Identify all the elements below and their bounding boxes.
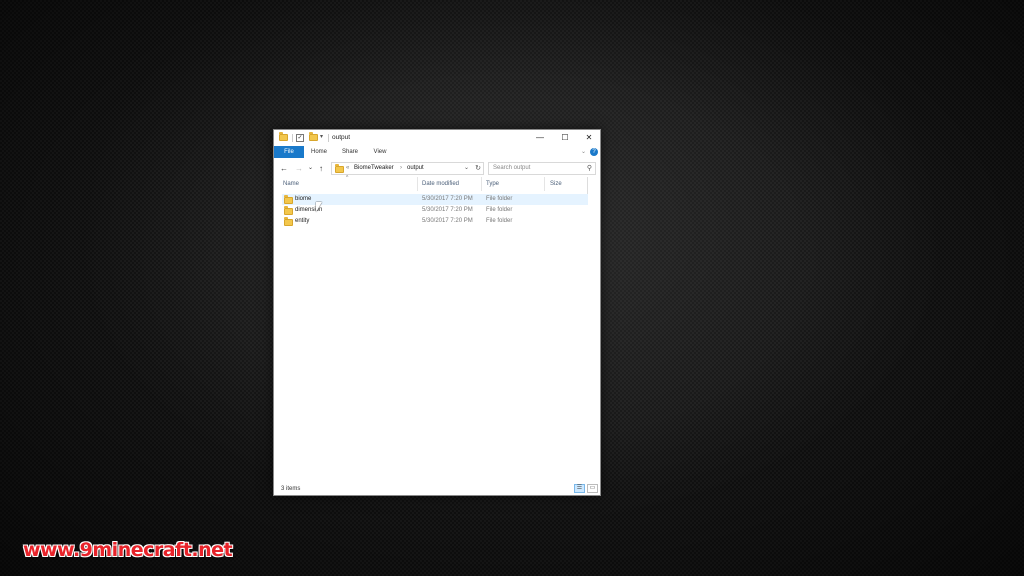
title-bar[interactable]: ✓ ▾ output — ☐ ✕ — [274, 130, 600, 145]
folder-icon — [284, 195, 293, 204]
address-bar[interactable]: « BiomeTweaker › output ⌄ ↻ — [331, 162, 484, 175]
sort-indicator-icon: ^ — [346, 175, 349, 181]
quick-access-toolbar — [279, 132, 288, 142]
breadcrumb-output[interactable]: output — [407, 165, 424, 171]
breadcrumb-separator: › — [400, 165, 402, 171]
watermark: www.9minecraft.net — [23, 539, 233, 561]
qat-new-folder[interactable] — [309, 132, 318, 142]
refresh-icon[interactable]: ↻ — [475, 164, 481, 172]
tab-home[interactable]: Home — [305, 146, 333, 158]
list-item-dimension[interactable]: dimension 5/30/2017 7:20 PM File folder — [282, 205, 588, 216]
separator — [292, 134, 293, 142]
status-item-count: 3 items — [281, 486, 301, 492]
navigation-bar: ← → ⌄ ↑ « BiomeTweaker › output ⌄ ↻ Sear… — [274, 160, 600, 177]
column-header: ^ Name Date modified Type Size — [274, 175, 600, 191]
recent-locations-button[interactable]: ⌄ — [308, 164, 313, 173]
tab-file[interactable]: File — [274, 146, 304, 158]
mouse-pointer-icon — [316, 202, 322, 212]
help-icon[interactable]: ? — [590, 148, 598, 156]
close-button[interactable]: ✕ — [577, 130, 601, 145]
column-date-modified[interactable]: Date modified — [422, 181, 459, 187]
properties-icon[interactable]: ✓ — [296, 133, 304, 142]
file-name[interactable]: entity — [295, 218, 309, 224]
column-name[interactable]: Name — [283, 181, 299, 187]
expand-ribbon-icon[interactable]: ⌄ — [581, 148, 586, 155]
new-folder-icon[interactable] — [309, 132, 318, 141]
list-item-entity[interactable]: entity 5/30/2017 7:20 PM File folder — [282, 216, 588, 227]
tab-view[interactable]: View — [367, 146, 393, 158]
address-dropdown-icon[interactable]: ⌄ — [464, 164, 469, 171]
breadcrumb-overflow[interactable]: « — [346, 165, 349, 171]
file-date: 5/30/2017 7:20 PM — [422, 218, 473, 224]
up-button[interactable]: ↑ — [319, 164, 323, 173]
breadcrumb-biometweaker[interactable]: BiomeTweaker — [354, 165, 394, 171]
file-date: 5/30/2017 7:20 PM — [422, 196, 473, 202]
back-button[interactable]: ← — [280, 164, 288, 173]
large-icons-view-icon[interactable]: ▭ — [587, 484, 598, 493]
minimize-button[interactable]: — — [528, 130, 552, 145]
window-title: output — [332, 134, 351, 141]
ribbon-tabs: File Home Share View ⌄ ? — [274, 146, 600, 158]
column-divider[interactable] — [481, 177, 482, 191]
file-type: File folder — [486, 196, 513, 202]
folder-icon — [284, 206, 293, 215]
list-item-biome[interactable]: biome 5/30/2017 7:20 PM File folder — [282, 194, 588, 205]
folder-icon — [279, 132, 288, 141]
file-date: 5/30/2017 7:20 PM — [422, 207, 473, 213]
forward-button[interactable]: → — [295, 164, 303, 173]
folder-icon — [284, 217, 293, 226]
maximize-button[interactable]: ☐ — [553, 130, 577, 145]
separator — [328, 134, 329, 142]
file-type: File folder — [486, 207, 513, 213]
search-input[interactable]: Search output ⚲ — [488, 162, 596, 175]
search-icon[interactable]: ⚲ — [587, 164, 592, 172]
qat-dropdown-icon[interactable]: ▾ — [320, 133, 323, 140]
file-list: biome 5/30/2017 7:20 PM File folder dime… — [282, 194, 588, 227]
column-size[interactable]: Size — [550, 181, 562, 187]
file-type: File folder — [486, 218, 513, 224]
file-name[interactable]: biome — [295, 196, 311, 202]
search-placeholder: Search output — [493, 165, 531, 171]
folder-icon — [335, 164, 344, 173]
column-divider[interactable] — [544, 177, 545, 191]
file-explorer-window: ✓ ▾ output — ☐ ✕ File Home Share View ⌄ … — [273, 129, 601, 496]
details-view-icon[interactable]: ☰ — [574, 484, 585, 493]
tab-share[interactable]: Share — [336, 146, 364, 158]
qat-properties[interactable]: ✓ — [296, 133, 304, 142]
column-divider[interactable] — [417, 177, 418, 191]
column-type[interactable]: Type — [486, 181, 499, 187]
